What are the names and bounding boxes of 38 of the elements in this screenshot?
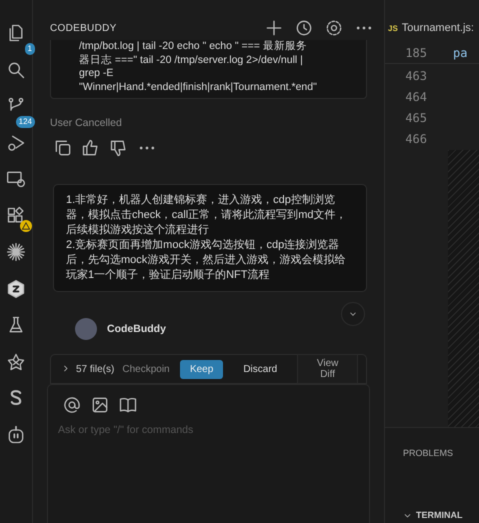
panel-title: CODEBUDDY: [50, 22, 118, 34]
settings-icon[interactable]: [324, 18, 344, 38]
files-toggle[interactable]: 57 file(s): [61, 364, 114, 374]
star-icon[interactable]: [6, 352, 26, 372]
line-number: 185: [404, 46, 428, 60]
copy-icon[interactable]: [53, 138, 73, 158]
chevron-right-icon: [61, 364, 70, 372]
monitor-icon[interactable]: [6, 169, 26, 189]
assistant-name: CodeBuddy: [107, 323, 166, 335]
checkpoint-label: Checkpoin: [122, 364, 171, 374]
robot-icon[interactable]: [6, 424, 26, 444]
avatar: [75, 318, 97, 340]
book-icon[interactable]: [118, 395, 138, 415]
view-diff-button[interactable]: View Diff: [297, 354, 358, 384]
message-input[interactable]: Ask or type "/" for commands: [56, 423, 365, 437]
line-number: 465: [404, 110, 428, 127]
history-icon[interactable]: [294, 18, 314, 38]
editor-tab[interactable]: JS Tournament.js:: [385, 13, 479, 43]
user-message: 1.非常好，机器人创建锦标赛，进入游戏，cdp控制浏览器，模拟点击check，call正常，请将此流程写到md文件，后续模拟游戏按这个流程进行 2.竞标赛页面再增加mock游戏勾选按钮，cdp连接浏览器后，先勾选mock游戏开关，然后进入游戏，游戏会模拟给玩家1一个顺子，验证启动顺子的NFT流程: [53, 184, 367, 292]
discard-button[interactable]: Discard: [231, 360, 290, 378]
line-number: 463: [404, 68, 428, 85]
line-number: 464: [404, 89, 428, 106]
search-icon[interactable]: [6, 60, 26, 80]
blocks-icon[interactable]: [6, 206, 26, 226]
count-badge: 1: [24, 43, 35, 55]
at-icon[interactable]: [62, 395, 82, 415]
status-text: User Cancelled: [50, 117, 123, 129]
code-block: /tmp/bot.log | tail -20 echo " echo " === 最新服务 器日志 ===" tail -20 /tmp/server.log 2>/dev/null | grep -E "Winner|Hand.*ended|finish|rank|Tournament.*end": [50, 40, 367, 99]
image-icon[interactable]: [90, 395, 110, 415]
count-badge: 124: [16, 116, 35, 128]
cube-icon[interactable]: [6, 278, 26, 298]
plus-icon[interactable]: [264, 18, 284, 38]
keep-button[interactable]: Keep: [180, 360, 224, 378]
sparkle-icon[interactable]: [6, 242, 26, 262]
code-text: pa: [453, 46, 468, 60]
section-header[interactable]: TERMINAL: [416, 510, 462, 520]
line-number: 466: [404, 131, 428, 148]
panel-tab[interactable]: PROBLEMS: [403, 448, 454, 458]
